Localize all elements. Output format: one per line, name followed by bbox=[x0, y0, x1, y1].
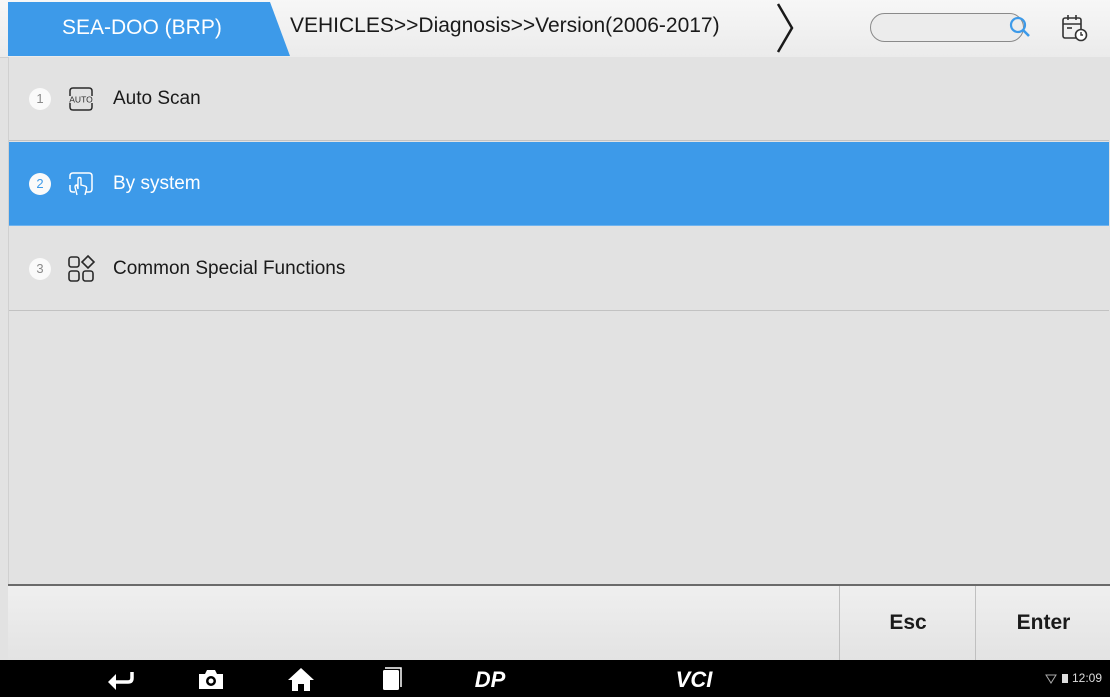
back-icon[interactable] bbox=[104, 666, 136, 692]
menu-item-by-system[interactable]: 2 By system bbox=[9, 142, 1109, 226]
title-bar: SEA-DOO (BRP) VEHICLES>>Diagnosis>>Versi… bbox=[0, 0, 1110, 58]
brand-tab[interactable]: SEA-DOO (BRP) bbox=[8, 2, 290, 56]
function-menu: 1 AUTO Auto Scan 2 By system 3 Common Sp… bbox=[8, 57, 1110, 584]
wifi-icon bbox=[1045, 674, 1058, 684]
touch-hand-icon bbox=[69, 172, 93, 196]
status-area: 12:09 bbox=[1045, 671, 1102, 685]
breadcrumb: VEHICLES>>Diagnosis>>Version(2006-2017) bbox=[290, 14, 720, 37]
grid-diamond-icon bbox=[68, 254, 96, 282]
menu-item-common-special-functions[interactable]: 3 Common Special Functions bbox=[9, 227, 1109, 311]
enter-button[interactable]: Enter bbox=[975, 586, 1110, 660]
menu-item-auto-scan[interactable]: 1 AUTO Auto Scan bbox=[9, 57, 1109, 141]
dp-label: DP bbox=[475, 667, 506, 692]
battery-icon bbox=[1061, 674, 1068, 684]
vci-icon[interactable]: VCI bbox=[664, 666, 724, 692]
svg-text:AUTO: AUTO bbox=[69, 95, 93, 105]
menu-item-label: Common Special Functions bbox=[113, 258, 346, 279]
system-nav-bar: DP VCI 12:09 bbox=[0, 660, 1110, 697]
history-calendar-icon[interactable] bbox=[1059, 13, 1089, 43]
item-number: 3 bbox=[29, 258, 51, 280]
menu-item-label: Auto Scan bbox=[113, 88, 201, 109]
esc-button[interactable]: Esc bbox=[839, 586, 976, 660]
dp-icon[interactable]: DP bbox=[454, 666, 526, 692]
action-bar: Esc Enter bbox=[8, 584, 1110, 660]
search-icon[interactable] bbox=[1008, 15, 1032, 39]
clock: 12:09 bbox=[1071, 671, 1102, 685]
item-number: 1 bbox=[29, 88, 51, 110]
auto-icon: AUTO bbox=[69, 87, 93, 111]
vci-label: VCI bbox=[676, 667, 714, 692]
home-icon[interactable] bbox=[286, 666, 316, 692]
item-number: 2 bbox=[29, 173, 51, 195]
camera-icon[interactable] bbox=[196, 666, 226, 692]
search-input[interactable] bbox=[870, 13, 1024, 42]
menu-item-label: By system bbox=[113, 173, 201, 194]
brand-label: SEA-DOO (BRP) bbox=[62, 16, 222, 39]
breadcrumb-chevron-icon bbox=[776, 3, 794, 53]
recent-apps-icon[interactable] bbox=[376, 666, 406, 692]
